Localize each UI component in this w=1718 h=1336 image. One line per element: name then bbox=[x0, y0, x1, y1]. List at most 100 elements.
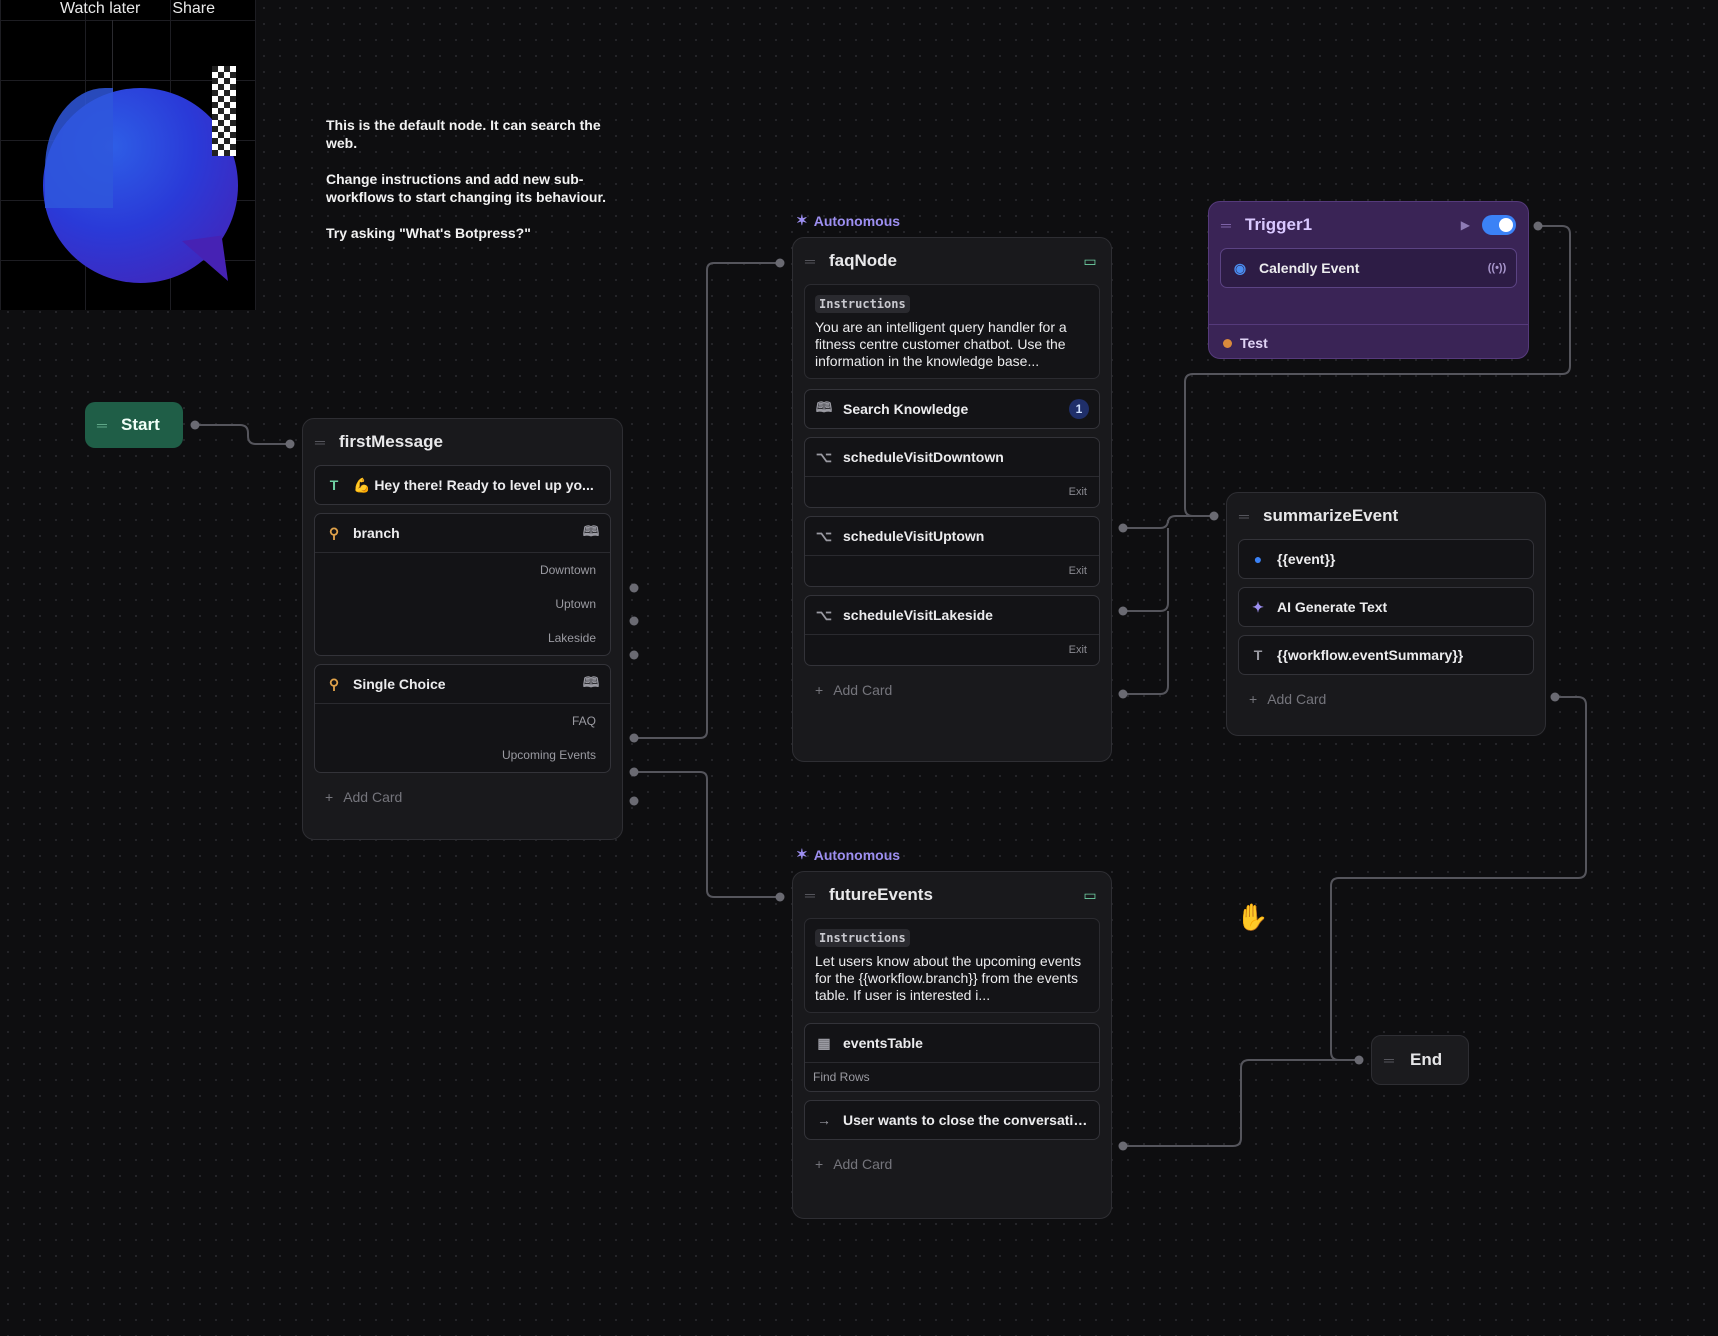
book-icon[interactable]: 🕮 bbox=[582, 523, 600, 542]
instructions-block[interactable]: Instructions You are an intelligent quer… bbox=[804, 284, 1100, 379]
port bbox=[1118, 1141, 1128, 1151]
instructions-block[interactable]: Instructions Let users know about the up… bbox=[804, 918, 1100, 1013]
text-icon: T bbox=[329, 477, 339, 493]
subflow-card[interactable]: ⌥ scheduleVisitLakeside Exit bbox=[804, 595, 1100, 666]
branch-option[interactable]: Lakeside bbox=[315, 621, 610, 655]
subflow-label: scheduleVisitLakeside bbox=[843, 607, 993, 623]
port bbox=[1118, 689, 1128, 699]
search-knowledge-card[interactable]: 🕮 Search Knowledge 1 bbox=[804, 389, 1100, 429]
trigger-enabled-toggle[interactable] bbox=[1482, 215, 1516, 235]
drag-grip-icon[interactable]: ═ bbox=[1384, 1052, 1396, 1068]
plus-icon: + bbox=[325, 789, 334, 805]
default-node-note[interactable]: This is the default node. It can search … bbox=[326, 116, 626, 260]
drag-grip-icon[interactable]: ═ bbox=[1221, 217, 1233, 233]
subflow-card[interactable]: ⌥ scheduleVisitDowntown Exit bbox=[804, 437, 1100, 508]
trigger-node[interactable]: ═ Trigger1 ▶ ◉ Calendly Event ((•)) Test bbox=[1208, 201, 1529, 359]
message-icon[interactable]: ▭ bbox=[1081, 886, 1099, 904]
port bbox=[1550, 692, 1560, 702]
table-icon: ▦ bbox=[817, 1034, 831, 1051]
video-topbar: Watch later Share bbox=[0, 0, 215, 22]
future-events-node[interactable]: ═ futureEvents ▭ Instructions Let users … bbox=[792, 871, 1112, 1219]
subflow-icon: ⌥ bbox=[815, 606, 833, 623]
event-var-card[interactable]: ● {{event}} bbox=[1238, 539, 1534, 579]
drag-grip-icon[interactable]: ═ bbox=[315, 434, 327, 450]
test-label: Test bbox=[1240, 335, 1268, 351]
test-button[interactable]: Test bbox=[1209, 324, 1528, 361]
port bbox=[1209, 511, 1219, 521]
search-knowledge-label: Search Knowledge bbox=[843, 401, 969, 417]
video-thumbnail[interactable]: Watch later Share bbox=[0, 0, 256, 310]
add-card-button[interactable]: + Add Card bbox=[793, 1148, 1111, 1180]
port bbox=[1354, 1055, 1364, 1065]
book-icon: 🕮 bbox=[815, 399, 833, 415]
start-node[interactable]: ═ Start bbox=[85, 402, 183, 448]
port bbox=[629, 796, 639, 806]
ai-sparkle-icon: ✶ bbox=[796, 846, 808, 862]
book-icon[interactable]: 🕮 bbox=[582, 674, 600, 693]
branch-card[interactable]: ⚲ branch 🕮 Downtown Uptown Lakeside bbox=[314, 513, 611, 656]
share-button[interactable]: Share bbox=[172, 0, 215, 22]
port bbox=[775, 258, 785, 268]
chat-bubble-tail bbox=[181, 235, 229, 287]
choice-option[interactable]: FAQ bbox=[315, 704, 610, 738]
port bbox=[775, 892, 785, 902]
edge-choice-events bbox=[634, 771, 780, 898]
watch-later-button[interactable]: Watch later bbox=[60, 0, 140, 22]
transition-label: User wants to close the conversation bbox=[843, 1112, 1089, 1128]
drag-grip-icon[interactable]: ═ bbox=[97, 417, 109, 433]
branch-card-label: branch bbox=[353, 525, 400, 541]
instructions-text: You are an intelligent query handler for… bbox=[815, 319, 1067, 369]
calendly-event-label: Calendly Event bbox=[1259, 260, 1360, 276]
play-icon[interactable]: ▶ bbox=[1461, 218, 1470, 232]
find-rows-label: Find Rows bbox=[805, 1062, 1099, 1091]
node-title: faqNode bbox=[829, 251, 897, 270]
edge-start-first bbox=[195, 424, 290, 445]
calendly-event-card[interactable]: ◉ Calendly Event ((•)) bbox=[1220, 248, 1517, 288]
drag-grip-icon[interactable]: ═ bbox=[805, 253, 817, 269]
port bbox=[1533, 221, 1543, 231]
drag-grip-icon[interactable]: ═ bbox=[1239, 508, 1251, 524]
choice-option[interactable]: Upcoming Events bbox=[315, 738, 610, 772]
transition-card[interactable]: → User wants to close the conversation bbox=[804, 1100, 1100, 1140]
text-card[interactable]: T {{workflow.eventSummary}} bbox=[1238, 635, 1534, 675]
plus-icon: + bbox=[815, 1156, 824, 1172]
add-card-button[interactable]: + Add Card bbox=[1227, 683, 1545, 715]
instructions-tag: Instructions bbox=[815, 929, 910, 947]
instructions-tag: Instructions bbox=[815, 295, 910, 313]
port bbox=[190, 420, 200, 430]
text-card-label: 💪 Hey there! Ready to level up yo... bbox=[353, 476, 594, 493]
port bbox=[285, 439, 295, 449]
edge-faq-lakeside bbox=[1123, 611, 1169, 695]
broadcast-icon: ((•)) bbox=[1487, 262, 1507, 274]
end-label: End bbox=[1410, 1050, 1443, 1069]
branch-option[interactable]: Uptown bbox=[315, 587, 610, 621]
start-label: Start bbox=[121, 415, 160, 434]
calendly-icon: ◉ bbox=[1233, 259, 1247, 276]
subflow-label: scheduleVisitDowntown bbox=[843, 449, 1004, 465]
ai-generate-text-card[interactable]: ✦ AI Generate Text bbox=[1238, 587, 1534, 627]
add-card-label: Add Card bbox=[1267, 691, 1327, 707]
plus-icon: + bbox=[815, 682, 824, 698]
single-choice-card[interactable]: ⚲ Single Choice 🕮 FAQ Upcoming Events bbox=[314, 664, 611, 773]
end-node[interactable]: ═ End bbox=[1371, 1035, 1469, 1085]
faq-node[interactable]: ═ faqNode ▭ Instructions You are an inte… bbox=[792, 237, 1112, 762]
text-card[interactable]: T 💪 Hey there! Ready to level up yo... bbox=[314, 465, 611, 505]
branch-option[interactable]: Downtown bbox=[315, 553, 610, 587]
port bbox=[629, 616, 639, 626]
message-icon[interactable]: ▭ bbox=[1081, 252, 1099, 270]
port bbox=[629, 650, 639, 660]
subflow-card[interactable]: ⌥ scheduleVisitUptown Exit bbox=[804, 516, 1100, 587]
events-table-card[interactable]: ▦ eventsTable Find Rows bbox=[804, 1023, 1100, 1092]
subflow-icon: ⌥ bbox=[815, 527, 833, 544]
summarize-event-node[interactable]: ═ summarizeEvent ● {{event}} ✦ AI Genera… bbox=[1226, 492, 1546, 736]
port bbox=[1118, 606, 1128, 616]
drag-grip-icon[interactable]: ═ bbox=[805, 887, 817, 903]
add-card-button[interactable]: + Add Card bbox=[303, 781, 622, 813]
port bbox=[629, 767, 639, 777]
ai-sparkle-icon: ✶ bbox=[796, 212, 808, 228]
workflow-canvas[interactable]: Watch later Share This is the default no… bbox=[0, 0, 1718, 1336]
card-label: {{workflow.eventSummary}} bbox=[1277, 647, 1464, 663]
first-message-node[interactable]: ═ firstMessage T 💪 Hey there! Ready to l… bbox=[302, 418, 623, 840]
plus-icon: + bbox=[1249, 691, 1258, 707]
add-card-button[interactable]: + Add Card bbox=[793, 674, 1111, 706]
